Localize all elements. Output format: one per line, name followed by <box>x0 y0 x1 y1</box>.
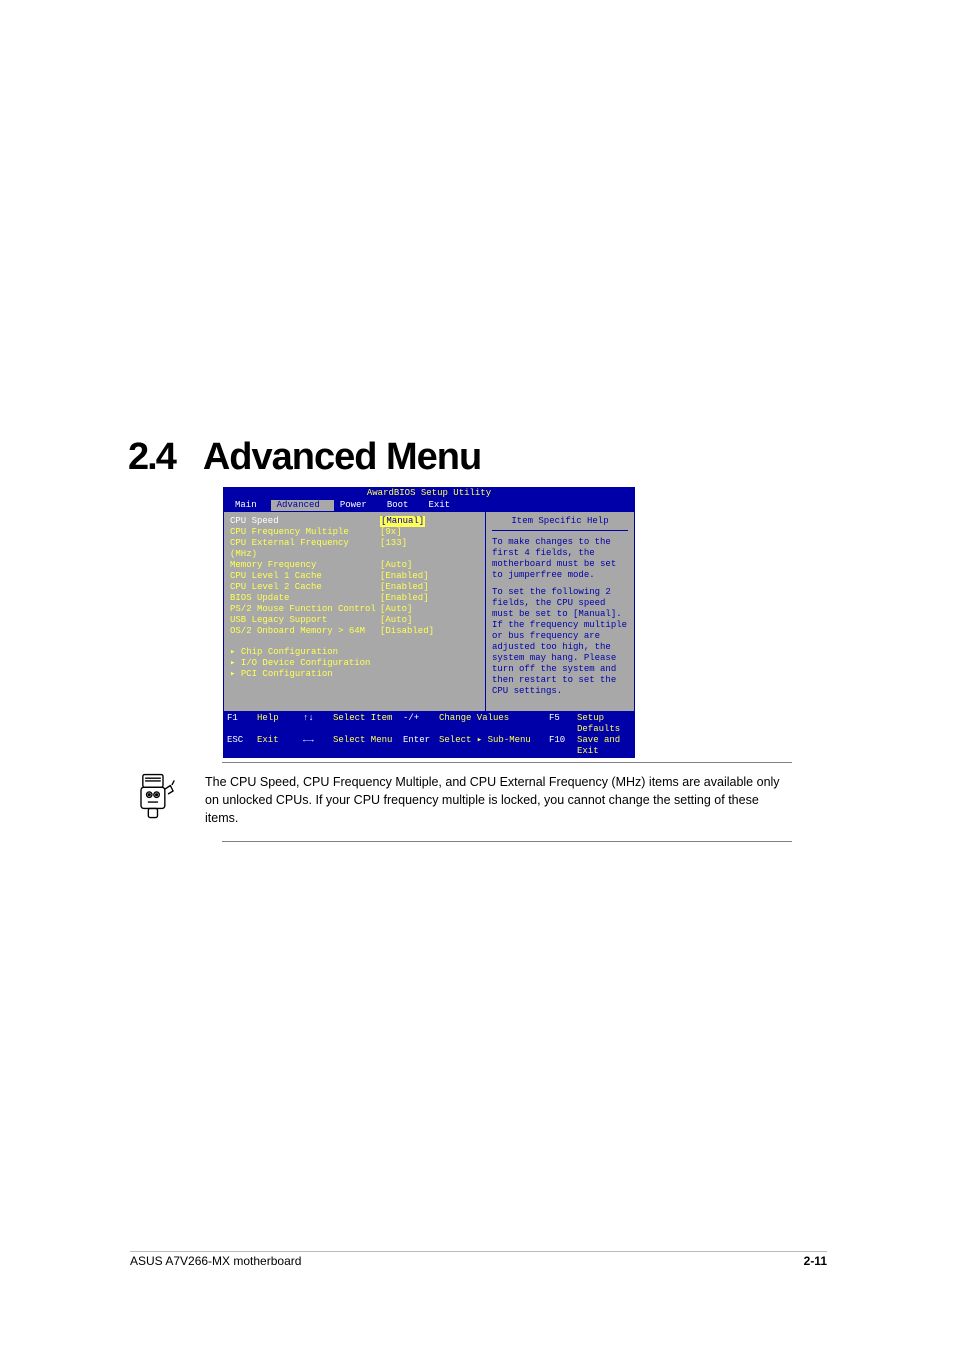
key-setup-defaults-label: Setup Defaults <box>577 713 631 735</box>
key-f10: F10 <box>549 735 577 757</box>
setting-l2-cache[interactable]: CPU Level 2 Cache [Enabled] <box>230 582 479 593</box>
section-title: Advanced Menu <box>203 436 481 479</box>
setting-label: CPU External Frequency (MHz) <box>230 538 380 560</box>
setting-label: CPU Frequency Multiple <box>230 527 380 538</box>
key-select-item-label: Select Item <box>333 713 403 735</box>
key-select-sub-label: Select ▸ Sub-Menu <box>439 735 549 757</box>
key-exit-label: Exit <box>257 735 303 757</box>
setting-usb-legacy[interactable]: USB Legacy Support [Auto] <box>230 615 479 626</box>
page-footer: ASUS A7V266-MX motherboard 2-11 <box>130 1254 827 1268</box>
key-f1: F1 <box>227 713 257 735</box>
setting-value: [Disabled] <box>380 626 434 637</box>
bios-tabs: Main Advanced Power Boot Exit <box>223 500 635 511</box>
setting-os2-memory[interactable]: OS/2 Onboard Memory > 64M [Disabled] <box>230 626 479 637</box>
key-change-values-label: Change Values <box>439 713 549 735</box>
robot-note-icon <box>130 769 185 829</box>
footer-page-number: 2-11 <box>804 1254 827 1268</box>
key-save-exit-label: Save and Exit <box>577 735 631 757</box>
setting-label: CPU Level 2 Cache <box>230 582 380 593</box>
setting-label: BIOS Update <box>230 593 380 604</box>
help-para-2: To set the following 2 fields, the CPU s… <box>492 587 628 697</box>
footer-left: ASUS A7V266-MX motherboard <box>130 1254 301 1268</box>
bios-screenshot: AwardBIOS Setup Utility Main Advanced Po… <box>223 487 635 758</box>
bios-settings-pane: CPU Speed [Manual] CPU Frequency Multipl… <box>223 511 485 712</box>
setting-memory-freq[interactable]: Memory Frequency [Auto] <box>230 560 479 571</box>
submenu-pci-config[interactable]: PCI Configuration <box>230 669 479 680</box>
setting-cpu-ext-freq[interactable]: CPU External Frequency (MHz) [133] <box>230 538 479 560</box>
setting-label: PS/2 Mouse Function Control <box>230 604 380 615</box>
bios-footer: F1 Help ↑↓ Select Item -/+ Change Values… <box>223 712 635 758</box>
setting-l1-cache[interactable]: CPU Level 1 Cache [Enabled] <box>230 571 479 582</box>
key-enter: Enter <box>403 735 439 757</box>
setting-label: CPU Level 1 Cache <box>230 571 380 582</box>
section-heading: 2.4 Advanced Menu <box>128 436 481 479</box>
setting-value: [Auto] <box>380 604 412 615</box>
divider-top <box>222 762 792 763</box>
tab-power[interactable]: Power <box>334 500 381 511</box>
setting-value: [Enabled] <box>380 593 429 604</box>
setting-value: [Enabled] <box>380 582 429 593</box>
setting-cpu-freq-multiple[interactable]: CPU Frequency Multiple [9x] <box>230 527 479 538</box>
help-para-1: To make changes to the first 4 fields, t… <box>492 537 628 581</box>
tab-boot[interactable]: Boot <box>381 500 423 511</box>
key-leftright: ←→ <box>303 735 333 757</box>
help-title: Item Specific Help <box>492 516 628 531</box>
setting-value: [Manual] <box>380 516 425 527</box>
help-text: To make changes to the first 4 fields, t… <box>492 537 628 697</box>
setting-ps2-mouse[interactable]: PS/2 Mouse Function Control [Auto] <box>230 604 479 615</box>
setting-value: [Enabled] <box>380 571 429 582</box>
note-block: The CPU Speed, CPU Frequency Multiple, a… <box>130 762 790 842</box>
bios-title: AwardBIOS Setup Utility <box>223 487 635 500</box>
tab-exit[interactable]: Exit <box>422 500 464 511</box>
key-updown: ↑↓ <box>303 713 333 735</box>
setting-value: [Auto] <box>380 615 412 626</box>
setting-cpu-speed[interactable]: CPU Speed [Manual] <box>230 516 479 527</box>
divider-bottom <box>222 841 792 842</box>
setting-bios-update[interactable]: BIOS Update [Enabled] <box>230 593 479 604</box>
key-plusminus: -/+ <box>403 713 439 735</box>
key-help-label: Help <box>257 713 303 735</box>
section-number: 2.4 <box>128 436 175 479</box>
setting-value: [Auto] <box>380 560 412 571</box>
key-f5: F5 <box>549 713 577 735</box>
tab-advanced[interactable]: Advanced <box>271 500 334 511</box>
setting-value: [133] <box>380 538 407 560</box>
setting-label: USB Legacy Support <box>230 615 380 626</box>
submenu-io-device-config[interactable]: I/O Device Configuration <box>230 658 479 669</box>
footer-rule <box>130 1251 827 1252</box>
setting-value: [9x] <box>380 527 402 538</box>
submenu-chip-config[interactable]: Chip Configuration <box>230 647 479 658</box>
note-text: The CPU Speed, CPU Frequency Multiple, a… <box>205 769 790 827</box>
setting-label: CPU Speed <box>230 516 380 527</box>
key-esc: ESC <box>227 735 257 757</box>
bios-help-pane: Item Specific Help To make changes to th… <box>485 511 635 712</box>
tab-main[interactable]: Main <box>229 500 271 511</box>
setting-label: Memory Frequency <box>230 560 380 571</box>
key-select-menu-label: Select Menu <box>333 735 403 757</box>
setting-label: OS/2 Onboard Memory > 64M <box>230 626 380 637</box>
